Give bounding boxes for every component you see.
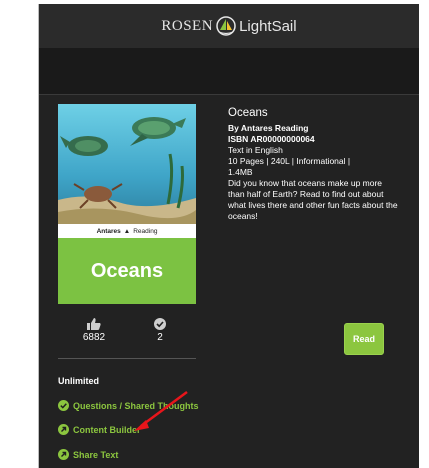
stats-divider (58, 358, 196, 359)
book-description: Did you know that oceans make up more th… (228, 178, 398, 221)
brand-lightsail-text: LightSail (239, 17, 297, 35)
cover-title: Oceans (90, 259, 164, 282)
book-stats: 6882 2 (58, 318, 196, 354)
book-language: Text in English (228, 145, 283, 155)
book-details: 10 Pages | 240L | Informational | (228, 156, 351, 166)
book-cover[interactable]: Antares ▲ Reading Oceans (58, 104, 196, 304)
book-info: Oceans By Antares Reading ISBN AR0000000… (228, 107, 398, 222)
likes-count: 6882 (82, 332, 106, 343)
check-circle-icon (154, 318, 166, 330)
divider (39, 94, 419, 95)
arrow-circle-icon (58, 449, 69, 460)
brand-logo[interactable]: ROSEN LightSail (161, 16, 297, 36)
sub-toolbar (39, 48, 419, 94)
cover-title-band: Oceans (58, 238, 196, 304)
section-label: Unlimited (58, 376, 100, 386)
checks-count: 2 (157, 332, 163, 343)
share-text-link[interactable]: Share Text (58, 449, 118, 460)
sail-logo-icon (216, 16, 236, 36)
cover-publisher-bold: Antares (96, 227, 121, 235)
content-builder-link[interactable]: Content Builder (58, 424, 141, 435)
share-text-label: Share Text (73, 449, 119, 460)
check-circle-icon (58, 400, 69, 411)
sail-mini-icon: ▲ (123, 227, 131, 235)
content-builder-label: Content Builder (73, 424, 141, 435)
cover-illustration (58, 104, 196, 224)
book-size: 1.4MB (228, 167, 253, 177)
likes-stat[interactable]: 6882 (64, 318, 124, 343)
questions-link[interactable]: Questions / Shared Thoughts (58, 400, 199, 411)
top-bar: ROSEN LightSail (39, 4, 419, 48)
cover-publisher: Reading (133, 227, 158, 235)
book-author: By Antares Reading (228, 123, 309, 133)
read-button[interactable]: Read (344, 323, 384, 355)
arrow-circle-icon (58, 424, 69, 435)
book-isbn: ISBN AR00000000064 (228, 134, 315, 144)
questions-label: Questions / Shared Thoughts (73, 400, 199, 411)
book-title: Oceans (228, 107, 268, 119)
checks-stat[interactable]: 2 (130, 318, 190, 343)
thumbs-up-icon (87, 318, 101, 330)
brand-rosen-text: ROSEN (161, 17, 214, 34)
cover-publisher-band: Antares ▲ Reading (58, 224, 196, 238)
